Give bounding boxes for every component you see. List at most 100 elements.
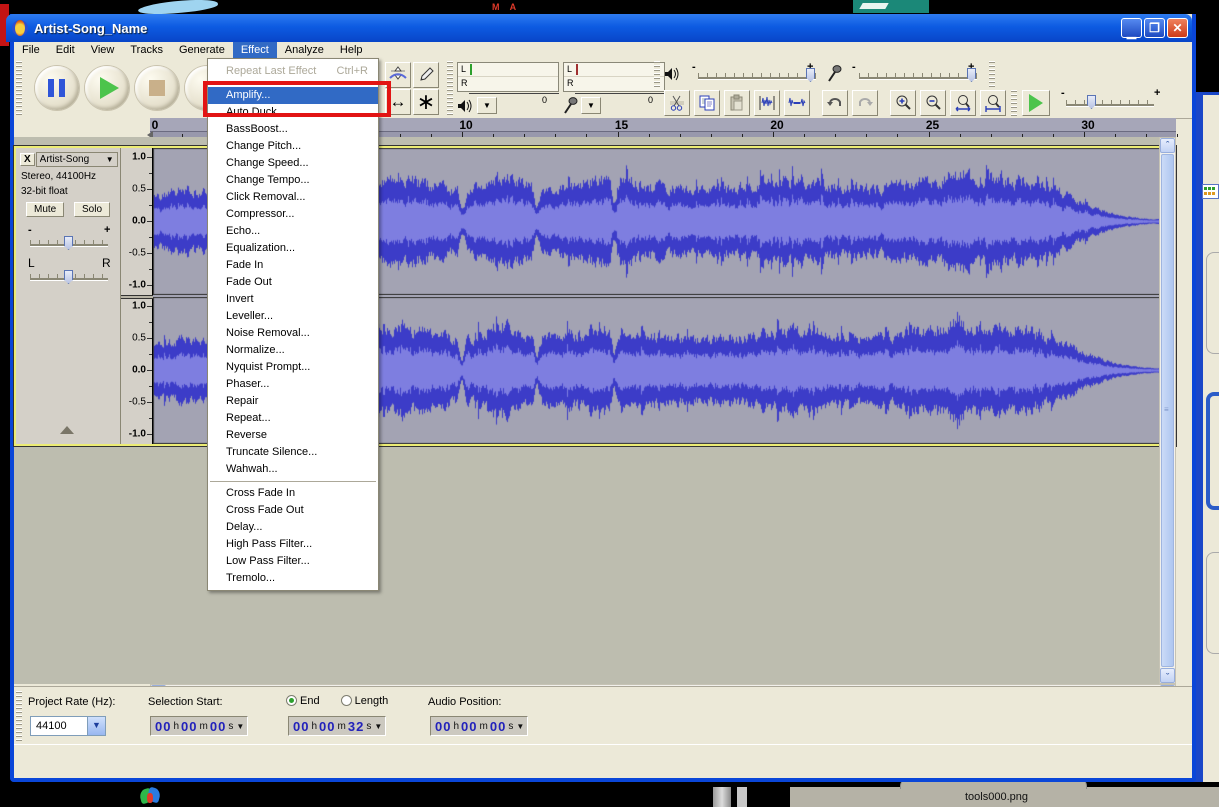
menu-item-repair[interactable]: Repair (208, 393, 378, 410)
menu-view[interactable]: View (83, 42, 123, 59)
audio-position-field[interactable]: 00h00m00s▼ (430, 716, 528, 736)
pause-button[interactable] (35, 66, 79, 110)
play-button[interactable] (85, 66, 129, 110)
input-volume-slider[interactable] (859, 77, 977, 79)
multi-tool-button[interactable]: ∗ (413, 89, 439, 115)
paste-button[interactable] (724, 90, 750, 116)
menu-help[interactable]: Help (332, 42, 371, 59)
menu-item-change-tempo[interactable]: Change Tempo... (208, 172, 378, 189)
menu-tracks[interactable]: Tracks (122, 42, 171, 59)
thumbnail-partial[interactable] (1206, 552, 1219, 654)
play-at-speed-button[interactable] (1022, 90, 1050, 116)
copy-button[interactable] (694, 90, 720, 116)
menu-item-change-speed[interactable]: Change Speed... (208, 155, 378, 172)
edit-toolbar-grabber[interactable] (1011, 90, 1017, 116)
menu-item-compressor[interactable]: Compressor... (208, 206, 378, 223)
menu-item-fade-in[interactable]: Fade In (208, 257, 378, 274)
fit-project-button[interactable] (980, 90, 1006, 116)
undo-button[interactable] (822, 90, 848, 116)
length-radio[interactable] (341, 695, 352, 706)
menu-item-change-pitch[interactable]: Change Pitch... (208, 138, 378, 155)
output-meter-l-label: L (461, 64, 466, 74)
zoom-in-button[interactable] (890, 90, 916, 116)
menu-item-phaser[interactable]: Phaser... (208, 376, 378, 393)
trim-button[interactable] (754, 90, 780, 116)
menu-item-noise-removal[interactable]: Noise Removal... (208, 325, 378, 342)
menu-item-equalization[interactable]: Equalization... (208, 240, 378, 257)
output-device-button[interactable] (457, 99, 473, 113)
menu-item-nyquist-prompt[interactable]: Nyquist Prompt... (208, 359, 378, 376)
menu-item-high-pass-filter[interactable]: High Pass Filter... (208, 536, 378, 553)
play-speed-slider[interactable] (1066, 104, 1154, 106)
menu-item-bassboost[interactable]: BassBoost... (208, 121, 378, 138)
redo-button[interactable] (852, 90, 878, 116)
track-close-button[interactable]: X (20, 153, 35, 166)
pan-slider-thumb[interactable] (64, 270, 73, 284)
menu-item-click-removal[interactable]: Click Removal... (208, 189, 378, 206)
input-volume-thumb[interactable] (967, 68, 976, 82)
draw-tool-button[interactable] (413, 62, 439, 88)
collapse-triangle-icon[interactable] (60, 426, 74, 434)
menu-item-repeat-last-effect[interactable]: Repeat Last EffectCtrl+R (208, 62, 378, 80)
timeline-ruler[interactable]: 051015202530 (14, 118, 1176, 137)
menu-item-echo[interactable]: Echo... (208, 223, 378, 240)
play-icon (100, 77, 119, 99)
input-device-dropdown[interactable]: ▼ (581, 97, 601, 114)
menu-item-leveller[interactable]: Leveller... (208, 308, 378, 325)
meter-toolbar-grabber[interactable] (447, 61, 453, 116)
output-volume-slider[interactable] (698, 77, 816, 79)
menu-item-cross-fade-in[interactable]: Cross Fade In (208, 485, 378, 502)
selection-end-field[interactable]: 00h00m32s▼ (288, 716, 386, 736)
scroll-down-button[interactable]: ˇ (1160, 668, 1175, 683)
play-speed-thumb[interactable] (1087, 95, 1096, 109)
menu-item-cross-fade-out[interactable]: Cross Fade Out (208, 502, 378, 519)
maximize-button[interactable]: ❒ (1144, 18, 1165, 38)
menu-item-fade-out[interactable]: Fade Out (208, 274, 378, 291)
solo-button[interactable]: Solo (74, 202, 110, 217)
mute-button[interactable]: Mute (26, 202, 64, 217)
menu-item-invert[interactable]: Invert (208, 291, 378, 308)
menu-item-normalize[interactable]: Normalize... (208, 342, 378, 359)
transcription-toolbar-grabber[interactable] (989, 61, 995, 87)
output-device-dropdown[interactable]: ▼ (477, 97, 497, 114)
menu-item-delay[interactable]: Delay... (208, 519, 378, 536)
silence-button[interactable] (784, 90, 810, 116)
scroll-up-button[interactable]: ˆ (1160, 138, 1175, 153)
menu-analyze[interactable]: Analyze (277, 42, 332, 59)
menu-effect[interactable]: Effect (233, 42, 277, 59)
stop-button[interactable] (135, 66, 179, 110)
menu-item-reverse[interactable]: Reverse (208, 427, 378, 444)
menu-file[interactable]: File (14, 42, 48, 59)
thumbnail-partial[interactable] (1206, 392, 1219, 510)
close-button[interactable]: ✕ (1167, 18, 1188, 38)
selection-start-field[interactable]: 00h00m00s▼ (150, 716, 248, 736)
menu-edit[interactable]: Edit (48, 42, 83, 59)
menu-item-wahwah[interactable]: Wahwah... (208, 461, 378, 478)
status-bar (14, 744, 1192, 765)
menu-generate[interactable]: Generate (171, 42, 233, 59)
vertical-scrollbar-thumb[interactable]: ≡ (1161, 154, 1174, 667)
gain-slider-thumb[interactable] (64, 236, 73, 250)
menu-item-truncate-silence[interactable]: Truncate Silence... (208, 444, 378, 461)
track-title-dropdown[interactable]: Artist-Song ▼ (36, 152, 118, 167)
title-bar[interactable]: Artist-Song_Name ▁ ❒ ✕ (6, 14, 1192, 42)
ruler-label: -1.0 (129, 280, 146, 291)
fit-selection-button[interactable] (950, 90, 976, 116)
butterfly-icon[interactable] (138, 787, 164, 807)
thumbnail-partial[interactable] (1206, 252, 1219, 354)
transport-toolbar-grabber[interactable] (16, 61, 22, 116)
menu-item-tremolo[interactable]: Tremolo... (208, 570, 378, 587)
timeline-label-30: 30 (1081, 118, 1094, 132)
project-rate-combobox[interactable]: 44100 ▼ (30, 716, 106, 736)
minimize-button[interactable]: ▁ (1121, 18, 1142, 38)
zoom-out-button[interactable] (920, 90, 946, 116)
end-radio[interactable] (286, 695, 297, 706)
vertical-scrollbar[interactable]: ˆ ≡ ˇ (1159, 137, 1176, 684)
selection-toolbar-grabber[interactable] (16, 691, 22, 741)
cut-button[interactable] (664, 90, 690, 116)
menu-item-low-pass-filter[interactable]: Low Pass Filter... (208, 553, 378, 570)
mixer-toolbar-grabber[interactable] (654, 61, 660, 87)
menu-item-repeat[interactable]: Repeat... (208, 410, 378, 427)
output-volume-thumb[interactable] (806, 68, 815, 82)
input-device-button[interactable] (563, 97, 579, 115)
